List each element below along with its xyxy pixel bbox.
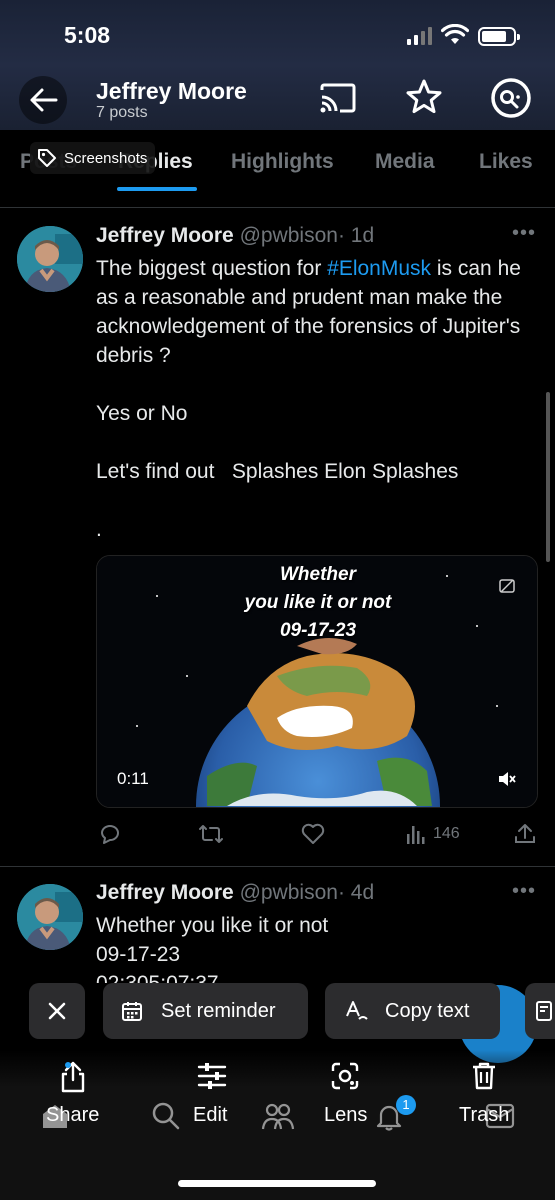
scrollbar[interactable]: [546, 392, 550, 562]
tweet-handle: @pwbison: [239, 881, 338, 904]
avatar[interactable]: [17, 226, 83, 292]
back-button[interactable]: [19, 76, 67, 124]
share-indicator-dot: [65, 1062, 71, 1068]
tweet-text-part: is can he as a reasonable and prudent ma…: [96, 257, 521, 541]
tweet-time: · 4d: [337, 881, 375, 904]
avatar-image: [17, 884, 83, 950]
listen-button[interactable]: [525, 983, 555, 1039]
back-arrow-icon: [30, 88, 58, 112]
tweet-author[interactable]: Jeffrey Moore @pwbison· 4d: [96, 881, 374, 905]
tweet-text-line: 09-17-23: [96, 943, 181, 966]
tweet-more-icon[interactable]: •••: [512, 222, 536, 245]
views-count: 146: [433, 825, 460, 842]
views-icon[interactable]: [404, 822, 428, 846]
cellular-signal-icon: [407, 27, 432, 45]
captions-off-icon[interactable]: [499, 578, 515, 594]
muted-speaker-icon[interactable]: [497, 770, 517, 788]
share-icon[interactable]: [514, 822, 536, 846]
battery-icon: [478, 27, 520, 46]
profile-post-count: 7 posts: [96, 104, 148, 121]
tweet-divider: [0, 866, 555, 867]
tag-icon: [38, 149, 56, 167]
tweet-author[interactable]: Jeffrey Moore @pwbison· 1d: [96, 224, 374, 248]
communities-icon: [261, 1103, 295, 1130]
trash-label[interactable]: Trash: [459, 1104, 509, 1127]
tweet-time: · 1d: [337, 224, 375, 247]
tweet-text-line: Whether you like it or not: [96, 914, 329, 937]
hashtag-link[interactable]: #ElonMusk: [327, 257, 431, 280]
tab-highlights[interactable]: Highlights: [231, 150, 334, 174]
lens-label[interactable]: Lens: [324, 1104, 367, 1127]
wifi-icon: [441, 24, 469, 44]
edit-sliders-icon[interactable]: [197, 1063, 227, 1089]
video-caption-line: 09-17-23: [279, 620, 357, 641]
avatar-image: [17, 226, 83, 292]
avatar[interactable]: [17, 884, 83, 950]
more-options-icon[interactable]: [489, 76, 533, 120]
active-tab-indicator: [117, 187, 197, 191]
tweet-text-part: The biggest question for: [96, 257, 328, 280]
notification-badge: 1: [396, 1095, 416, 1115]
read-aloud-icon: [536, 1001, 552, 1021]
home-indicator[interactable]: [178, 1180, 376, 1187]
edit-label[interactable]: Edit: [193, 1104, 227, 1127]
trash-icon[interactable]: [471, 1062, 497, 1090]
screenshots-chip-label: Screenshots: [64, 149, 148, 167]
set-reminder-label: Set reminder: [161, 999, 276, 1022]
tweet-author-name: Jeffrey Moore: [96, 224, 234, 247]
tab-likes[interactable]: Likes: [479, 150, 533, 174]
share-icon[interactable]: [59, 1060, 87, 1094]
video-duration: 0:11: [117, 769, 149, 788]
tab-media[interactable]: Media: [375, 150, 435, 174]
status-time: 5:08: [64, 22, 111, 48]
reply-icon[interactable]: [98, 822, 122, 846]
set-reminder-button[interactable]: Set reminder: [103, 983, 308, 1039]
calendar-icon: [122, 1002, 142, 1021]
share-label[interactable]: Share: [46, 1104, 99, 1127]
close-overlay-button[interactable]: [29, 983, 85, 1039]
screenshots-chip[interactable]: Screenshots: [30, 142, 156, 174]
profile-header: Jeffrey Moore 7 posts: [0, 72, 555, 128]
tweet-video[interactable]: Whether you like it or not 09-17-23 0:11: [96, 555, 538, 808]
copy-text-button[interactable]: Copy text: [325, 983, 500, 1039]
tweet-more-icon[interactable]: •••: [512, 880, 536, 903]
copy-text-label: Copy text: [385, 999, 470, 1022]
profile-tabs: Posts Replies Highlights Media Likes Scr…: [0, 130, 555, 208]
tweet-text: The biggest question for #ElonMusk is ca…: [96, 254, 536, 544]
tweet-handle: @pwbison: [239, 224, 338, 247]
video-caption-line: Whether: [280, 564, 356, 585]
text-select-icon: [346, 1001, 368, 1020]
tweet-text-line: 02:305:07:37: [96, 969, 536, 983]
tweet-actions: 146: [0, 820, 555, 850]
status-bar: 5:08: [0, 0, 555, 72]
close-icon: [48, 1002, 66, 1020]
like-icon[interactable]: [300, 822, 326, 846]
search-icon: [152, 1102, 180, 1130]
tweet-author-name: Jeffrey Moore: [96, 881, 234, 904]
video-caption-line: you like it or not: [244, 592, 392, 613]
star-icon[interactable]: [405, 78, 443, 116]
cast-icon[interactable]: [319, 82, 357, 114]
profile-name: Jeffrey Moore: [96, 78, 247, 104]
repost-icon[interactable]: [198, 822, 224, 846]
lens-icon[interactable]: [331, 1062, 359, 1090]
